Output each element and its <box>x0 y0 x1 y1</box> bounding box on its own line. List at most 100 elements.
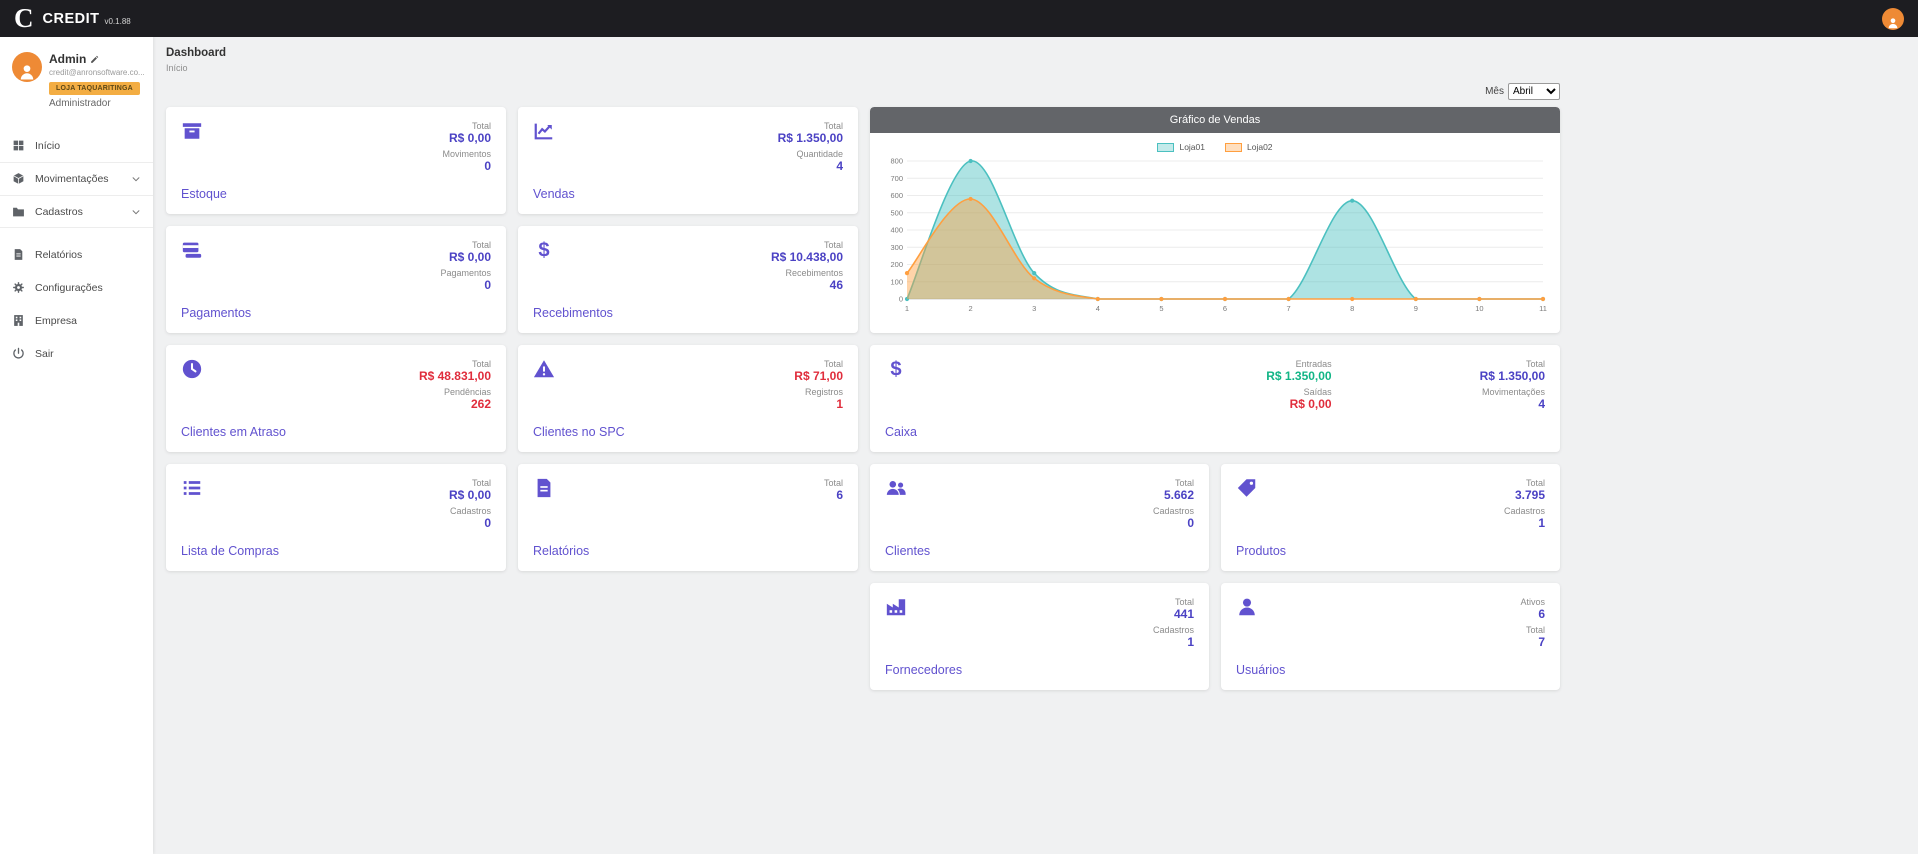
svg-text:0: 0 <box>899 295 903 304</box>
svg-text:800: 800 <box>890 157 903 166</box>
stat-value: 0 <box>442 160 491 173</box>
svg-text:$: $ <box>890 358 901 380</box>
sidebar-item-label: Movimentações <box>35 173 109 185</box>
caixa-total-stats: Total R$ 1.350,00 Movimentações 4 <box>1480 358 1545 439</box>
person-icon <box>1886 16 1900 30</box>
stat-value: R$ 48.831,00 <box>419 370 491 383</box>
app-version: v0.1.88 <box>104 17 130 26</box>
top-navbar: C CREDIT v0.1.88 <box>0 0 1918 37</box>
card-clientes[interactable]: Clientes Total 5.662 Cadastros 0 <box>870 464 1209 571</box>
dollar-icon: $ <box>533 239 613 266</box>
industry-icon <box>885 596 962 623</box>
user-icon <box>1236 596 1285 623</box>
edit-profile-icon[interactable] <box>90 55 99 64</box>
stat-value: 1 <box>1153 636 1194 649</box>
sidebar-item-inicio[interactable]: Início <box>0 129 153 162</box>
svg-text:7: 7 <box>1287 304 1291 313</box>
stat-value: 441 <box>1153 608 1194 621</box>
user-avatar-button[interactable] <box>1882 8 1904 30</box>
svg-text:600: 600 <box>890 191 903 200</box>
page-title: Dashboard <box>166 47 1918 59</box>
profile-name-text: Admin <box>49 52 86 66</box>
legend-swatch <box>1225 143 1242 152</box>
card-fornecedores[interactable]: Fornecedores Total 441 Cadastros 1 <box>870 583 1209 690</box>
card-pagamentos[interactable]: Pagamentos Total R$ 0,00 Pagamentos 0 <box>166 226 506 333</box>
month-select[interactable]: Abril <box>1508 83 1560 100</box>
chart-legend: Loja01 Loja02 <box>870 142 1560 152</box>
card-title: Usuários <box>1236 663 1285 677</box>
sidebar-item-empresa[interactable]: Empresa <box>0 304 153 337</box>
sidebar-item-label: Relatórios <box>35 249 82 261</box>
svg-text:10: 10 <box>1475 304 1483 313</box>
stat-value: R$ 0,00 <box>440 251 491 264</box>
breadcrumb: Início <box>166 63 1918 73</box>
month-filter: Mês Abril <box>166 83 1560 100</box>
person-icon <box>17 62 37 82</box>
stat-value: 5.662 <box>1153 489 1194 502</box>
card-estoque[interactable]: Estoque Total R$ 0,00 Movimentos 0 <box>166 107 506 214</box>
stat-value: 46 <box>771 279 843 292</box>
card-clientes-em-atraso[interactable]: Clientes em Atraso Total R$ 48.831,00 Pe… <box>166 345 506 452</box>
svg-text:400: 400 <box>890 226 903 235</box>
stat-value: R$ 0,00 <box>449 489 491 502</box>
stat-value: 4 <box>1480 398 1545 411</box>
legend-item[interactable]: Loja01 <box>1157 142 1205 152</box>
svg-text:11: 11 <box>1539 304 1547 313</box>
box-icon <box>12 172 26 186</box>
app-name: CREDIT <box>43 11 100 27</box>
caixa-flow-stats: Entradas R$ 1.350,00 Saídas R$ 0,00 <box>1266 358 1331 439</box>
right-grid-row-1: Clientes Total 5.662 Cadastros 0 Pro <box>870 464 1560 571</box>
stat-value: 3.795 <box>1504 489 1545 502</box>
sales-chart: 01002003004005006007008001234567891011 <box>877 155 1553 315</box>
card-relatorios[interactable]: Relatórios Total 6 <box>518 464 858 571</box>
stat-label: Movimentações <box>1480 386 1545 398</box>
card-produtos[interactable]: Produtos Total 3.795 Cadastros 1 <box>1221 464 1560 571</box>
stat-value: 6 <box>824 489 843 502</box>
card-title: Clientes em Atraso <box>181 425 286 439</box>
card-vendas[interactable]: Vendas Total R$ 1.350,00 Quantidade 4 <box>518 107 858 214</box>
profile-block: Admin credit@anronsoftware.co... LOJA TA… <box>0 37 153 121</box>
warning-icon <box>533 358 625 385</box>
stat-value: 6 <box>1520 608 1545 621</box>
stat-value: R$ 71,00 <box>794 370 843 383</box>
card-clientes-no-spc[interactable]: Clientes no SPC Total R$ 71,00 Registros… <box>518 345 858 452</box>
sidebar-item-label: Sair <box>35 348 54 360</box>
card-column-2: Vendas Total R$ 1.350,00 Quantidade 4 $ … <box>518 107 858 690</box>
stat-value: R$ 0,00 <box>442 132 491 145</box>
profile-name: Admin <box>49 52 145 66</box>
users-icon <box>885 477 930 504</box>
card-recebimentos[interactable]: $ Recebimentos Total R$ 10.438,00 Recebi… <box>518 226 858 333</box>
sidebar-item-movimentacoes[interactable]: Movimentações <box>0 162 153 195</box>
sidebar-item-sair[interactable]: Sair <box>0 337 153 370</box>
svg-text:100: 100 <box>890 277 903 286</box>
sidebar-item-label: Cadastros <box>35 206 83 218</box>
stat-value: R$ 1.350,00 <box>1266 370 1331 383</box>
grid-icon <box>12 139 26 153</box>
sidebar-item-cadastros[interactable]: Cadastros <box>0 195 153 228</box>
legend-item[interactable]: Loja02 <box>1225 142 1273 152</box>
sidebar-menu: Início Movimentações Cadastros <box>0 129 153 370</box>
svg-text:300: 300 <box>890 243 903 252</box>
svg-text:5: 5 <box>1159 304 1163 313</box>
card-column-right: Gráfico de Vendas Loja01Loja02 010020030… <box>870 107 1560 690</box>
clock-icon <box>181 358 286 385</box>
tag-icon <box>1236 477 1286 504</box>
card-title: Lista de Compras <box>181 544 279 558</box>
card-lista-de-compras[interactable]: Lista de Compras Total R$ 0,00 Cadastros… <box>166 464 506 571</box>
sidebar-item-relatorios[interactable]: Relatórios <box>0 238 153 271</box>
legend-swatch <box>1157 143 1174 152</box>
stat-value: 0 <box>449 517 491 530</box>
folder-icon <box>12 205 26 219</box>
svg-text:1: 1 <box>905 304 909 313</box>
card-title: Relatórios <box>533 544 589 558</box>
stat-value: R$ 10.438,00 <box>771 251 843 264</box>
sidebar-item-label: Empresa <box>35 315 77 327</box>
month-label: Mês <box>1485 86 1504 97</box>
card-usuarios[interactable]: Usuários Ativos 6 Total 7 <box>1221 583 1560 690</box>
report-icon <box>12 248 26 262</box>
card-title: Pagamentos <box>181 306 251 320</box>
gear-icon <box>12 281 26 295</box>
app-logo-icon: C <box>14 0 34 37</box>
card-caixa[interactable]: $ Caixa Entradas R$ 1.350,00 Saídas R$ 0… <box>870 345 1560 452</box>
sidebar-item-configuracoes[interactable]: Configurações <box>0 271 153 304</box>
